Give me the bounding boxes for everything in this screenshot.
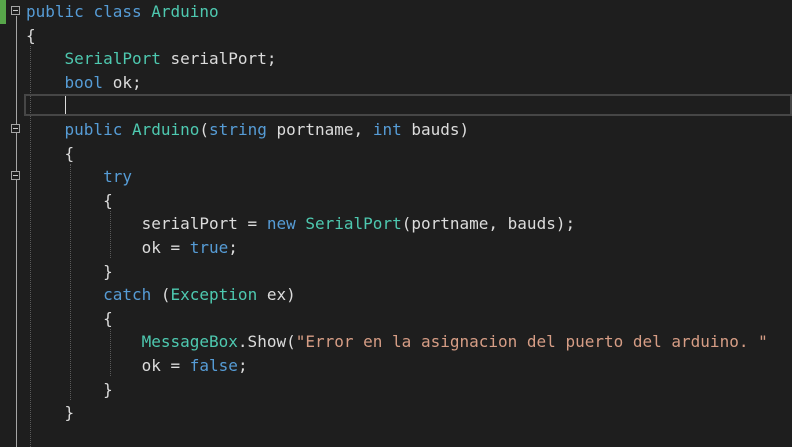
current-line-highlight [24,94,792,116]
code-line[interactable]: { [26,142,75,166]
code-token: ( [151,285,171,305]
code-token: ex) [257,285,296,305]
collapse-class-icon[interactable] [11,6,20,15]
code-token: ok = [26,356,190,375]
code-token: class [93,2,142,21]
code-token: .Show( [237,332,296,352]
code-token: Exception [170,285,258,305]
code-token: portname, [266,120,373,139]
text-caret [65,96,66,114]
code-token: bauds) [401,120,470,139]
indicator-margin [0,0,8,447]
code-token: SerialPort [64,49,161,69]
code-line[interactable]: catch (Exception ex) [26,283,296,307]
code-token: ; [237,356,248,375]
code-token: serialPort; [160,49,277,69]
collapse-try-icon[interactable] [11,171,20,180]
collapse-constructor-icon[interactable] [11,124,20,133]
code-line[interactable]: ok = true; [26,236,238,260]
code-token: (portname, bauds); [401,214,576,234]
code-line[interactable]: bool ok; [26,71,142,95]
code-token: } [26,403,75,423]
code-line[interactable]: { [26,24,36,48]
code-editor[interactable]: public class Arduino{ SerialPort serialP… [0,0,792,447]
code-token: int [372,120,402,139]
code-line[interactable]: } [26,401,75,425]
code-line[interactable]: ok = false; [26,354,248,378]
code-token: true [189,238,229,257]
code-token: Arduino [151,2,219,21]
code-token: false [189,356,238,375]
code-token: ( [199,120,210,139]
code-token: ; [228,238,238,257]
code-line[interactable]: { [26,189,113,213]
code-token: bool [64,72,104,92]
code-token: public [26,2,84,21]
code-token: ok = [26,238,190,257]
code-line[interactable]: } [26,378,113,402]
outline-line [16,16,17,447]
code-token: try [103,167,132,187]
code-token: catch [103,285,152,305]
code-line[interactable]: public class Arduino [26,0,219,24]
code-token: { [26,190,113,210]
code-line[interactable]: public Arduino(string portname, int baud… [26,118,470,142]
code-token: { [26,308,113,328]
code-line[interactable]: SerialPort serialPort; [26,47,277,71]
code-line[interactable]: serialPort = new SerialPort(portname, ba… [26,212,576,236]
code-token: serialPort = [26,214,267,234]
code-token: Arduino [131,120,200,139]
code-line[interactable]: } [26,260,113,284]
code-token: string [209,120,267,139]
code-line[interactable]: MessageBox.Show("Error en la asignacion … [26,330,768,354]
code-token: "Error en la asignacion del puerto del a… [295,332,768,352]
code-token: } [26,379,113,399]
code-token: SerialPort [305,214,402,234]
code-token: public [64,120,123,139]
code-line[interactable]: { [26,307,113,331]
change-tracking-bar [0,0,6,24]
code-token: new [266,214,296,234]
code-line[interactable]: try [26,165,132,189]
code-token: { [26,25,36,45]
code-token: ok; [103,72,142,92]
code-token: } [26,261,113,281]
code-token: { [26,143,75,163]
code-token: MessageBox [141,332,238,352]
